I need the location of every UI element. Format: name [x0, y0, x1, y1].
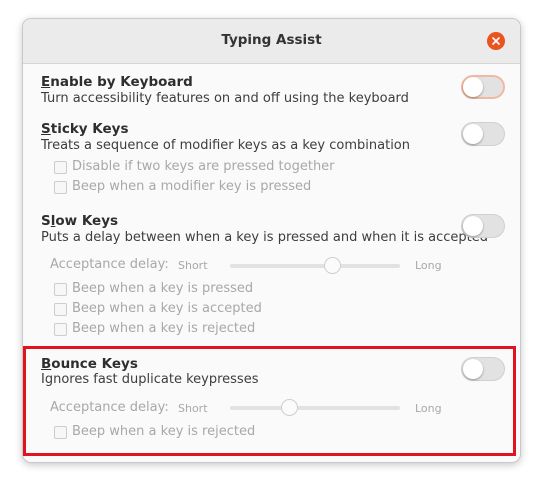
beep-modifier-label: Beep when a modifier key is pressed	[72, 179, 312, 194]
bounce-keys-title-text: ounce Keys	[51, 356, 138, 372]
slow-keys-slider-handle[interactable]	[324, 257, 341, 274]
switch-knob	[463, 124, 483, 144]
beep-accepted-checkbox[interactable]	[54, 303, 67, 316]
bounce-keys-delay-slider[interactable]	[230, 399, 400, 416]
sticky-keys-description: Treats a sequence of modifier keys as a …	[41, 138, 410, 153]
bounce-keys-long-label: Long	[415, 402, 442, 415]
bounce-keys-delay-label: Acceptance delay:	[50, 400, 169, 415]
window-title: Typing Assist	[221, 32, 322, 48]
sticky-keys-switch[interactable]	[461, 122, 505, 146]
enable-by-keyboard-switch[interactable]	[461, 75, 505, 99]
close-icon	[492, 37, 500, 45]
title-bar: Typing Assist	[23, 19, 520, 64]
bounce-beep-rejected-checkbox[interactable]	[54, 426, 67, 439]
slow-keys-switch[interactable]	[461, 214, 505, 238]
beep-pressed-checkbox[interactable]	[54, 283, 67, 296]
disable-two-keys-label: Disable if two keys are pressed together	[72, 159, 335, 174]
slow-keys-short-label: Short	[178, 259, 208, 272]
bounce-keys-title: Bounce Keys	[41, 356, 138, 372]
bounce-keys-mnemonic: B	[41, 356, 52, 372]
switch-knob	[463, 359, 483, 379]
switch-knob	[463, 216, 483, 236]
slow-keys-title-first: S	[41, 213, 51, 229]
switch-knob	[463, 77, 483, 97]
beep-rejected-label: Beep when a key is rejected	[72, 321, 256, 336]
bounce-keys-short-label: Short	[178, 402, 208, 415]
beep-pressed-label: Beep when a key is pressed	[72, 281, 254, 296]
sticky-keys-title: Sticky Keys	[41, 121, 129, 137]
enable-by-keyboard-title: Enable by Keyboard	[41, 74, 193, 90]
bounce-keys-switch[interactable]	[461, 357, 505, 381]
slow-keys-title-text: ow Keys	[55, 213, 119, 229]
beep-modifier-checkbox[interactable]	[54, 181, 67, 194]
bounce-keys-slider-handle[interactable]	[281, 399, 298, 416]
slow-keys-description: Puts a delay between when a key is press…	[41, 230, 488, 245]
beep-accepted-label: Beep when a key is accepted	[72, 301, 262, 316]
slow-keys-title: Slow Keys	[41, 213, 118, 229]
close-button[interactable]	[487, 32, 505, 50]
slow-keys-long-label: Long	[415, 259, 442, 272]
enable-by-keyboard-title-text: nable by Keyboard	[50, 74, 193, 90]
enable-by-keyboard-description: Turn accessibility features on and off u…	[41, 91, 409, 106]
sticky-keys-mnemonic: S	[41, 121, 51, 137]
bounce-beep-rejected-label: Beep when a key is rejected	[72, 424, 256, 439]
bounce-keys-description: Ignores fast duplicate keypresses	[41, 372, 259, 387]
enable-by-keyboard-mnemonic: E	[41, 74, 51, 90]
typing-assist-dialog: Typing Assist Enable by Keyboard Turn ac…	[22, 18, 521, 463]
sticky-keys-title-text: ticky Keys	[50, 121, 129, 137]
disable-two-keys-checkbox[interactable]	[54, 161, 67, 174]
beep-rejected-checkbox[interactable]	[54, 323, 67, 336]
slow-keys-delay-slider[interactable]	[230, 257, 400, 274]
slow-keys-delay-label: Acceptance delay:	[50, 257, 169, 272]
